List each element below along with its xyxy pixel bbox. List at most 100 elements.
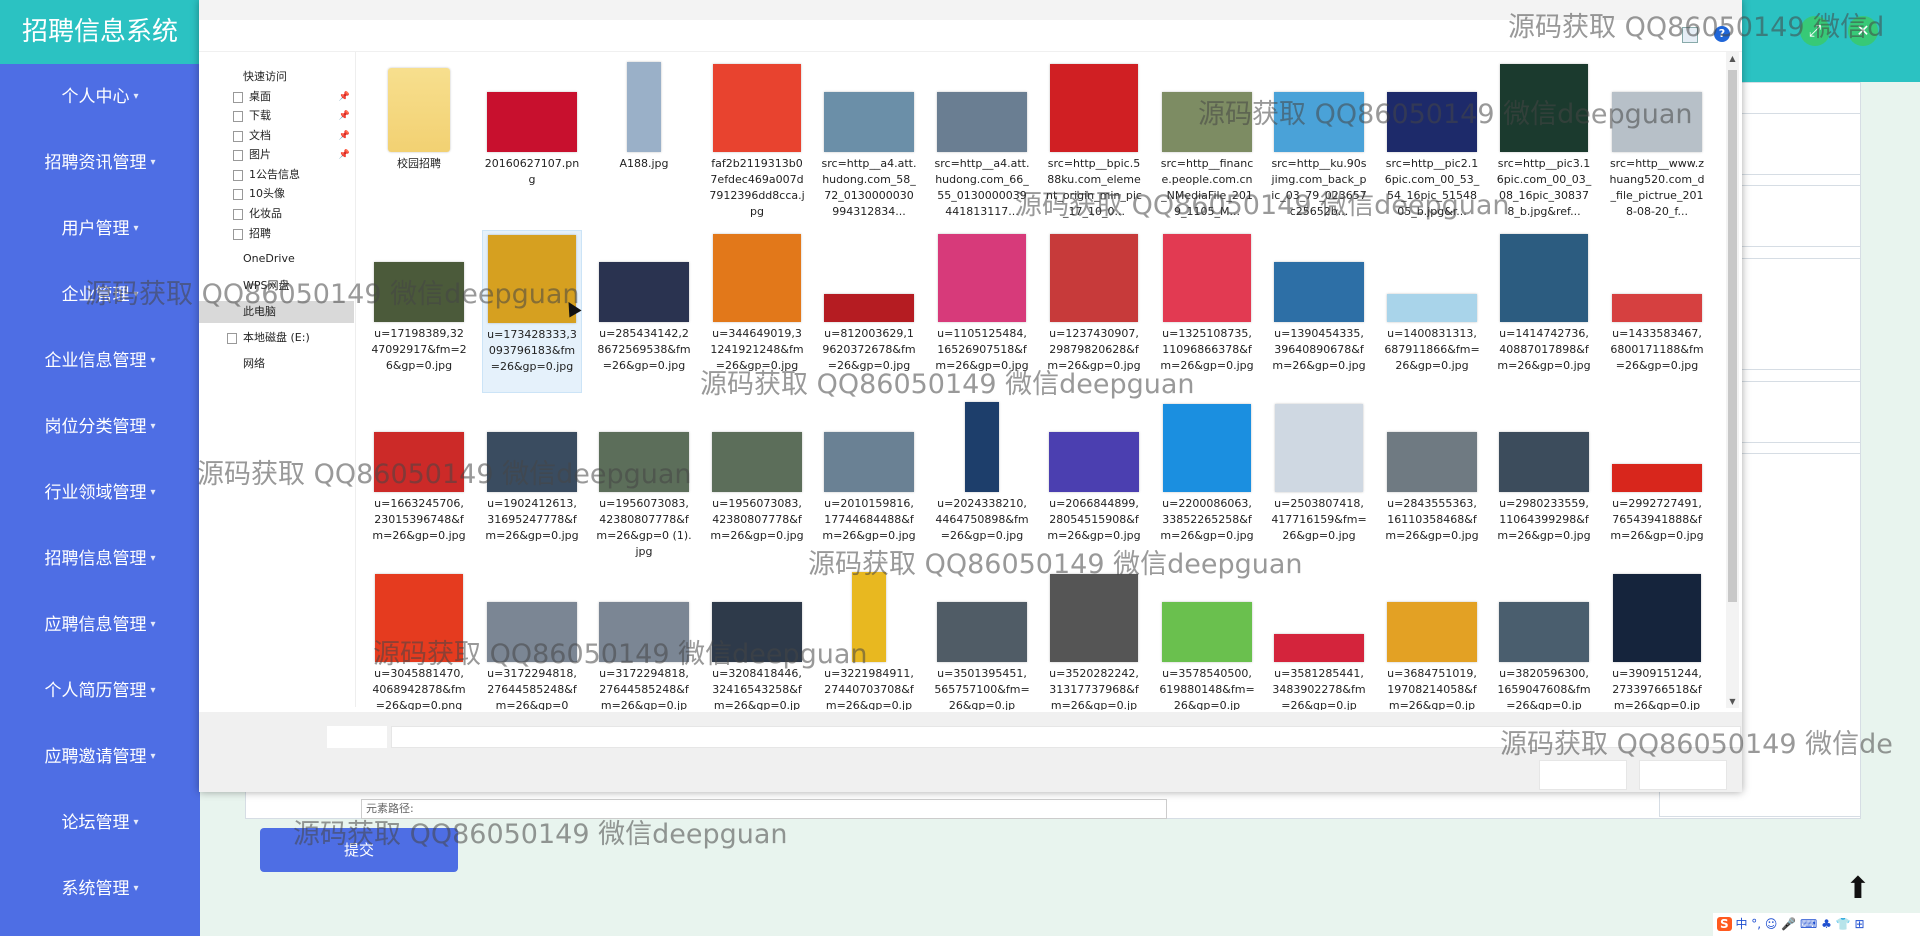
file-item[interactable]: u=2992727491,76543941888&fm=26&gp=0.jpg <box>1607 400 1707 563</box>
pane-splitter[interactable] <box>355 52 356 707</box>
file-item[interactable]: u=3581285441,3483902278&fm=26&gp=0.jp <box>1269 570 1369 710</box>
file-item[interactable]: src=http__a4.att.hudong.com_58_72_013000… <box>819 60 919 223</box>
file-item[interactable]: u=1956073083,42380807778&fm=26&gp=0 (1).… <box>594 400 694 563</box>
nav-item[interactable]: 此电脑 <box>199 301 354 323</box>
nav-item[interactable]: 下载 📌 <box>199 105 354 127</box>
nav-item[interactable]: OneDrive <box>199 248 354 270</box>
file-item[interactable]: u=2010159816,17744684488&fm=26&gp=0.jpg <box>819 400 919 563</box>
sidebar-item[interactable]: 招聘资讯管理 ▾ <box>0 130 200 196</box>
file-name: src=http__pic2.16pic.com_00_53_54_16pic_… <box>1384 157 1480 218</box>
drive-icon <box>227 332 237 344</box>
file-item[interactable]: u=1902412613,31695247778&fm=26&gp=0.jpg <box>482 400 582 563</box>
sidebar-item[interactable]: 论坛管理 ▾ <box>0 790 200 856</box>
file-grid: 校园招聘 20160627107.png A188.jpg faf2b2119313b… <box>369 60 1724 710</box>
file-item[interactable]: u=3172294818,27644585248&fm=26&gp=0 <box>482 570 582 710</box>
file-name: u=1390454335,39640890678&fm=26&gp=0.jpg <box>1272 327 1366 372</box>
open-button[interactable] <box>1539 760 1627 790</box>
nav-item[interactable]: 图片 📌 <box>199 144 354 166</box>
view-mode-icon[interactable] <box>1682 27 1698 43</box>
help-icon[interactable]: ? <box>1714 26 1730 42</box>
file-item[interactable]: u=1390454335,39640890678&fm=26&gp=0.jpg <box>1269 230 1369 393</box>
sidebar-item[interactable]: 招聘信息管理 ▾ <box>0 526 200 592</box>
thumbnail-image <box>824 432 914 492</box>
thumbnail-image <box>487 432 577 492</box>
file-item[interactable]: u=3684751019,19708214058&fm=26&gp=0.jp <box>1382 570 1482 710</box>
nav-item[interactable]: 本地磁盘 (E:) <box>199 327 354 349</box>
file-item[interactable]: src=http__a4.att.hudong.com_66_55_013000… <box>932 60 1032 223</box>
ime-toolbar[interactable]: S 中 °, ☺ 🎤 ⌨ ♣ 👕 ⊞ <box>1713 913 1920 936</box>
fullscreen-icon[interactable]: ⤢ <box>1800 16 1830 46</box>
nav-item[interactable]: WPS网盘 <box>199 275 354 297</box>
folder-icon <box>233 208 243 220</box>
file-item[interactable]: u=1400831313,687911866&fm=26&gp=0.jpg <box>1382 230 1482 393</box>
file-item[interactable]: u=1105125484,16526907518&fm=26&gp=0.jpg <box>932 230 1032 393</box>
nav-item[interactable]: 10头像 <box>199 183 354 205</box>
sidebar-item[interactable]: 应聘信息管理 ▾ <box>0 592 200 658</box>
sidebar-item[interactable]: 岗位分类管理 ▾ <box>0 394 200 460</box>
arrow-up-icon[interactable]: ⬆ <box>1840 872 1876 908</box>
submit-button[interactable]: 提交 <box>260 828 458 872</box>
cancel-button[interactable] <box>1639 760 1727 790</box>
file-item[interactable]: src=http__pic2.16pic.com_00_53_54_16pic_… <box>1382 60 1482 223</box>
folder-item[interactable]: 校园招聘 <box>369 60 469 223</box>
file-item[interactable]: u=3208418446,32416543258&fm=26&gp=0.jp <box>707 570 807 710</box>
file-item[interactable]: u=812003629,19620372678&fm=26&gp=0.jpg <box>819 230 919 393</box>
thumbnail-image <box>1049 432 1139 492</box>
file-item[interactable]: u=2200086063,33852265258&fm=26&gp=0.jpg <box>1157 400 1257 563</box>
file-item[interactable]: u=2066844899,28054515908&fm=26&gp=0.jpg <box>1044 400 1144 563</box>
scroll-thumb[interactable] <box>1728 70 1737 602</box>
file-item[interactable]: u=1956073083,42380807778&fm=26&gp=0.jpg <box>707 400 807 563</box>
file-item[interactable]: src=http__www.zhuang520.com_d_file_pictr… <box>1607 60 1707 223</box>
file-item[interactable]: u=1237430907,29879820628&fm=26&gp=0.jpg <box>1044 230 1144 393</box>
file-name: src=http__pic3.16pic.com_00_03_08_16pic_… <box>1496 157 1592 218</box>
thumbnail-image <box>938 234 1026 322</box>
file-item[interactable]: faf2b2119313b07efdec469a007d7912396dd8cc… <box>707 60 807 223</box>
logout-icon[interactable]: ✕ <box>1848 16 1878 46</box>
nav-item[interactable]: 化妆品 <box>199 203 354 225</box>
sidebar-item[interactable]: 用户管理 ▾ <box>0 196 200 262</box>
file-item[interactable]: u=1325108735,11096866378&fm=26&gp=0.jpg <box>1157 230 1257 393</box>
file-item[interactable]: u=3820596300,1659047608&fm=26&gp=0.jp <box>1494 570 1594 710</box>
filename-input[interactable] <box>391 726 1741 748</box>
sidebar-item[interactable]: 系统管理 ▾ <box>0 856 200 922</box>
sidebar-item[interactable]: 企业信息管理 ▾ <box>0 328 200 394</box>
sidebar-item[interactable]: 应聘邀请管理 ▾ <box>0 724 200 790</box>
file-item[interactable]: u=285434142,28672569538&fm=26&gp=0.jpg <box>594 230 694 393</box>
file-item[interactable]: u=3501395451,565757100&fm=26&gp=0.jp <box>932 570 1032 710</box>
sidebar-item[interactable]: 企业管理 ▾ <box>0 262 200 328</box>
sidebar-item[interactable]: 个人简历管理 ▾ <box>0 658 200 724</box>
file-item[interactable]: u=3909151244,27339766518&fm=26&gp=0.jp <box>1607 570 1707 710</box>
nav-item[interactable]: 网络 <box>199 353 354 375</box>
chevron-down-icon: ▾ <box>150 553 156 564</box>
file-item[interactable]: A188.jpg <box>594 60 694 223</box>
file-item[interactable]: src=http__pic3.16pic.com_00_03_08_16pic_… <box>1494 60 1594 223</box>
scroll-down-icon[interactable]: ▼ <box>1728 697 1737 706</box>
file-item[interactable]: u=2024338210,4464750898&fm=26&gp=0.jpg <box>932 400 1032 563</box>
file-item[interactable]: u=3172294818,27644585248&fm=26&gp=0.jp <box>594 570 694 710</box>
nav-item[interactable]: 招聘 <box>199 223 354 245</box>
file-item[interactable]: src=http__ku.90sjimg.com_back_pic_03_79_… <box>1269 60 1369 223</box>
file-item[interactable]: u=2843555363,16110358468&fm=26&gp=0.jpg <box>1382 400 1482 563</box>
thumbnail-image <box>1162 602 1252 662</box>
file-item[interactable]: src=http__finance.people.com.cn_NMediaFi… <box>1157 60 1257 223</box>
sidebar-item[interactable]: 个人中心 ▾ <box>0 64 200 130</box>
file-item[interactable]: u=3221984911,27440703708&fm=26&gp=0.jp <box>819 570 919 710</box>
file-item[interactable]: u=1414742736,40887017898&fm=26&gp=0.jpg <box>1494 230 1594 393</box>
file-item[interactable]: u=2503807418,417716159&fm=26&gp=0.jpg <box>1269 400 1369 563</box>
file-item[interactable]: u=3520282242,31317737968&fm=26&gp=0.jp <box>1044 570 1144 710</box>
scroll-up-icon[interactable]: ▲ <box>1728 54 1737 63</box>
file-item[interactable]: u=3045881470,4068942878&fm=26&gp=0.png <box>369 570 469 710</box>
file-item[interactable]: u=344649019,31241921248&fm=26&gp=0.jpg <box>707 230 807 393</box>
nav-item[interactable]: 快速访问 <box>199 66 354 88</box>
file-item[interactable]: u=1433583467,6800171188&fm=26&gp=0.jpg <box>1607 230 1707 393</box>
file-item[interactable]: src=http__bpic.588ku.com_element_origin_… <box>1044 60 1144 223</box>
file-grid-scrollbar[interactable]: ▲ ▼ <box>1726 52 1739 708</box>
file-item[interactable]: u=3578540500,619880148&fm=26&gp=0.jp <box>1157 570 1257 710</box>
ime-status: 中 °, ☺ 🎤 ⌨ ♣ 👕 ⊞ <box>1735 917 1865 931</box>
file-item[interactable]: u=2980233559,11064399298&fm=26&gp=0.jpg <box>1494 400 1594 563</box>
file-item[interactable]: u=17198389,3247092917&fm=26&gp=0.jpg <box>369 230 469 393</box>
sidebar-item[interactable]: 行业领域管理 ▾ <box>0 460 200 526</box>
file-item[interactable]: u=1663245706,23015396748&fm=26&gp=0.jpg <box>369 400 469 563</box>
file-item[interactable]: 20160627107.png <box>482 60 582 223</box>
thumbnail-image <box>1499 602 1589 662</box>
